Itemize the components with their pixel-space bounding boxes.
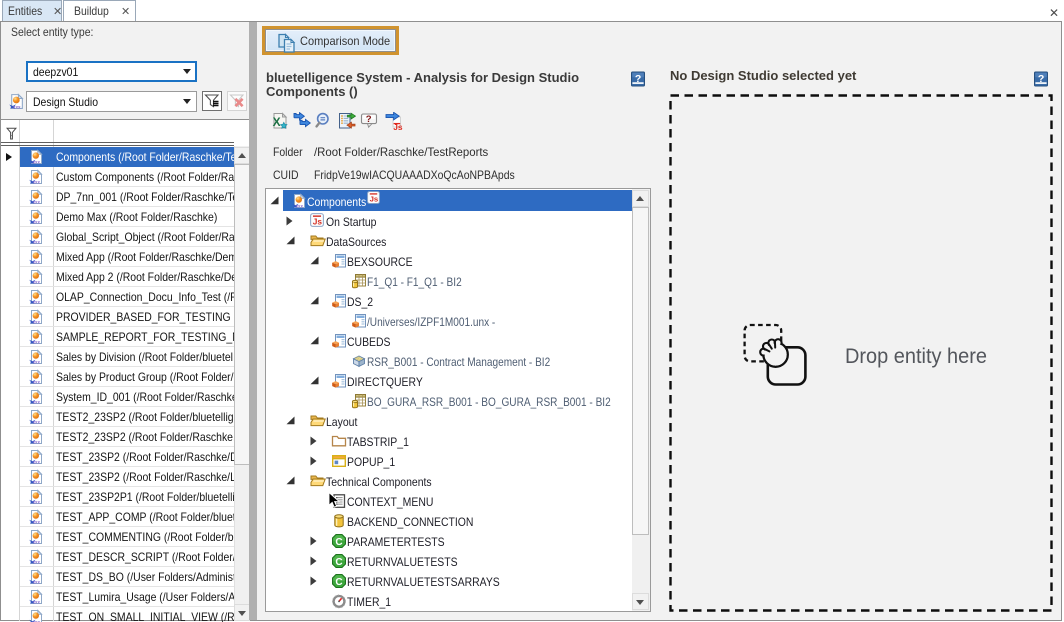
svg-text:Js: Js	[393, 122, 403, 131]
svg-text:xxx: xxx	[33, 199, 41, 204]
svg-text:xxx: xxx	[33, 599, 41, 604]
svg-text:xxx: xxx	[33, 299, 41, 304]
svg-text:Js: Js	[370, 195, 379, 204]
svg-text:xxx: xxx	[33, 239, 41, 244]
svg-text:?: ?	[1038, 73, 1044, 85]
svg-text:xxx: xxx	[33, 379, 41, 384]
svg-text:X: X	[273, 115, 281, 129]
svg-text:C: C	[335, 537, 342, 548]
svg-text:xxx: xxx	[33, 259, 41, 264]
svg-text:xxx: xxx	[33, 359, 41, 364]
svg-text:xxx: xxx	[33, 419, 41, 424]
svg-text:xxx: xxx	[33, 519, 41, 524]
svg-text:xxx: xxx	[33, 319, 41, 324]
svg-text:xxx: xxx	[33, 439, 41, 444]
svg-text:xxx: xxx	[33, 579, 41, 584]
svg-text:?: ?	[635, 73, 641, 85]
svg-text:xxx: xxx	[33, 219, 41, 224]
svg-text:xxx: xxx	[33, 339, 41, 344]
svg-text:xxx: xxx	[33, 279, 41, 284]
svg-text:Js: Js	[313, 216, 323, 226]
svg-text:xxx: xxx	[33, 559, 41, 564]
svg-text:xxx: xxx	[33, 179, 41, 184]
svg-text:xxx: xxx	[33, 479, 41, 484]
svg-text:xxx: xxx	[296, 203, 304, 208]
svg-text:xxx: xxx	[33, 459, 41, 464]
svg-text:xxx: xxx	[33, 539, 41, 544]
svg-text:?: ?	[366, 114, 372, 125]
svg-text:xxx: xxx	[33, 159, 41, 164]
svg-text:xxx: xxx	[33, 499, 41, 504]
svg-text:xxx: xxx	[13, 104, 21, 109]
svg-text:C: C	[335, 557, 342, 568]
svg-text:xxx: xxx	[33, 399, 41, 404]
svg-text:C: C	[335, 577, 342, 588]
